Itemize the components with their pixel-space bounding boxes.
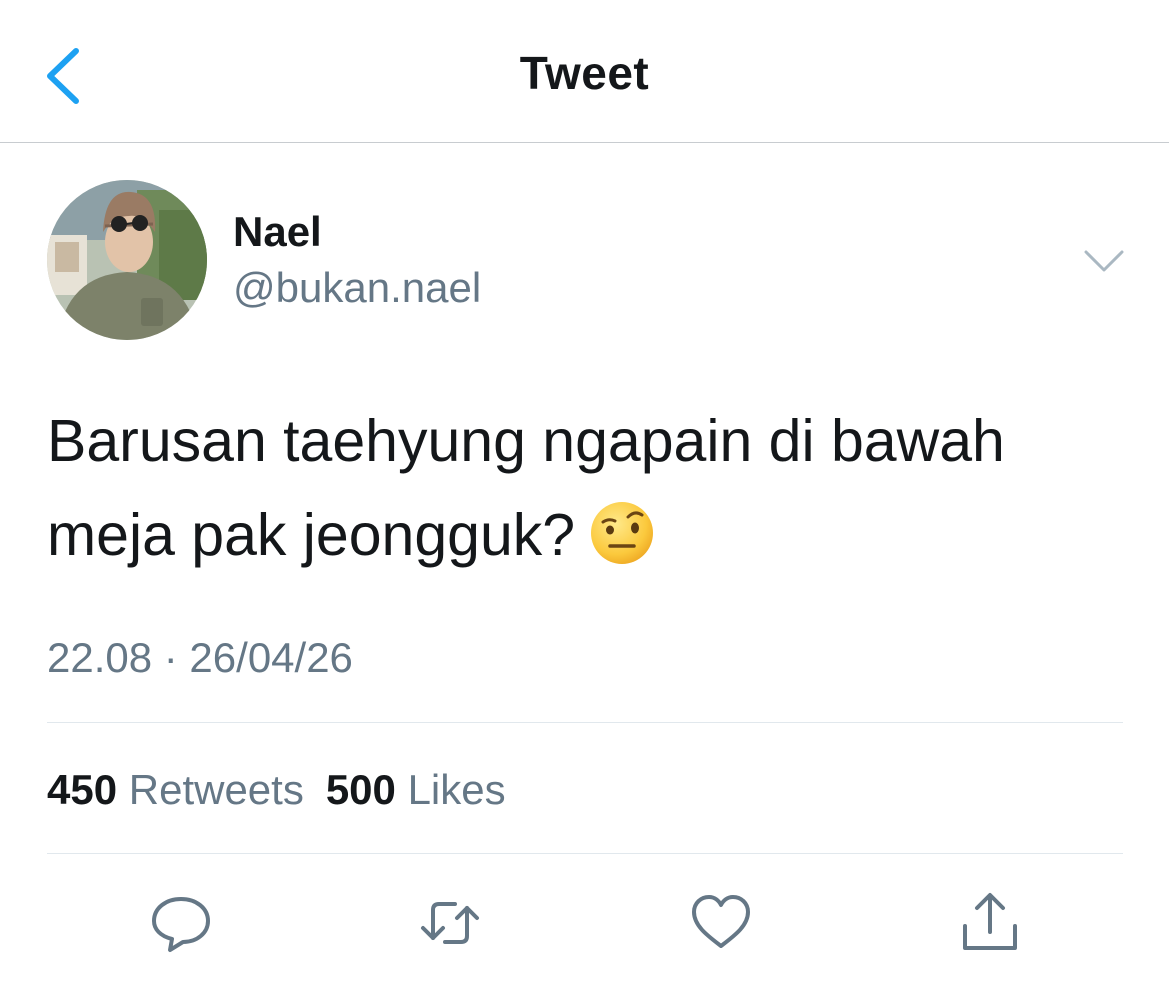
reply-icon[interactable] [148, 890, 214, 956]
retweets-count: 450 [47, 766, 118, 813]
like-icon[interactable] [688, 890, 754, 956]
display-name[interactable]: Nael [233, 208, 322, 256]
divider [47, 722, 1123, 723]
top-bar: Tweet [0, 0, 1169, 143]
tweet-text: Barusan taehyung ngapain di bawah meja p… [47, 394, 1127, 582]
retweet-icon[interactable] [417, 890, 483, 956]
likes-count: 500 [325, 766, 396, 813]
share-icon[interactable] [957, 890, 1023, 956]
likes-stat[interactable]: 500 Likes [326, 766, 506, 813]
tweet-text-line1: Barusan taehyung ngapain di bawah [47, 408, 1005, 474]
retweets-stat[interactable]: 450 Retweets [47, 766, 304, 813]
tweet-timestamp[interactable]: 22.08 · 26/04/26 [47, 634, 353, 682]
username-handle[interactable]: @bukan.nael [233, 264, 481, 312]
divider [47, 853, 1123, 854]
likes-label: Likes [407, 766, 506, 813]
tweet-text-line2: meja pak jeongguk? [47, 502, 576, 568]
page-title: Tweet [519, 47, 650, 99]
retweets-label: Retweets [128, 766, 304, 813]
face-with-raised-eyebrow-emoji [591, 502, 654, 565]
avatar[interactable] [47, 180, 207, 340]
engagement-stats: 450 Retweets 500 Likes [47, 766, 528, 814]
chevron-down-icon[interactable] [1082, 240, 1126, 280]
